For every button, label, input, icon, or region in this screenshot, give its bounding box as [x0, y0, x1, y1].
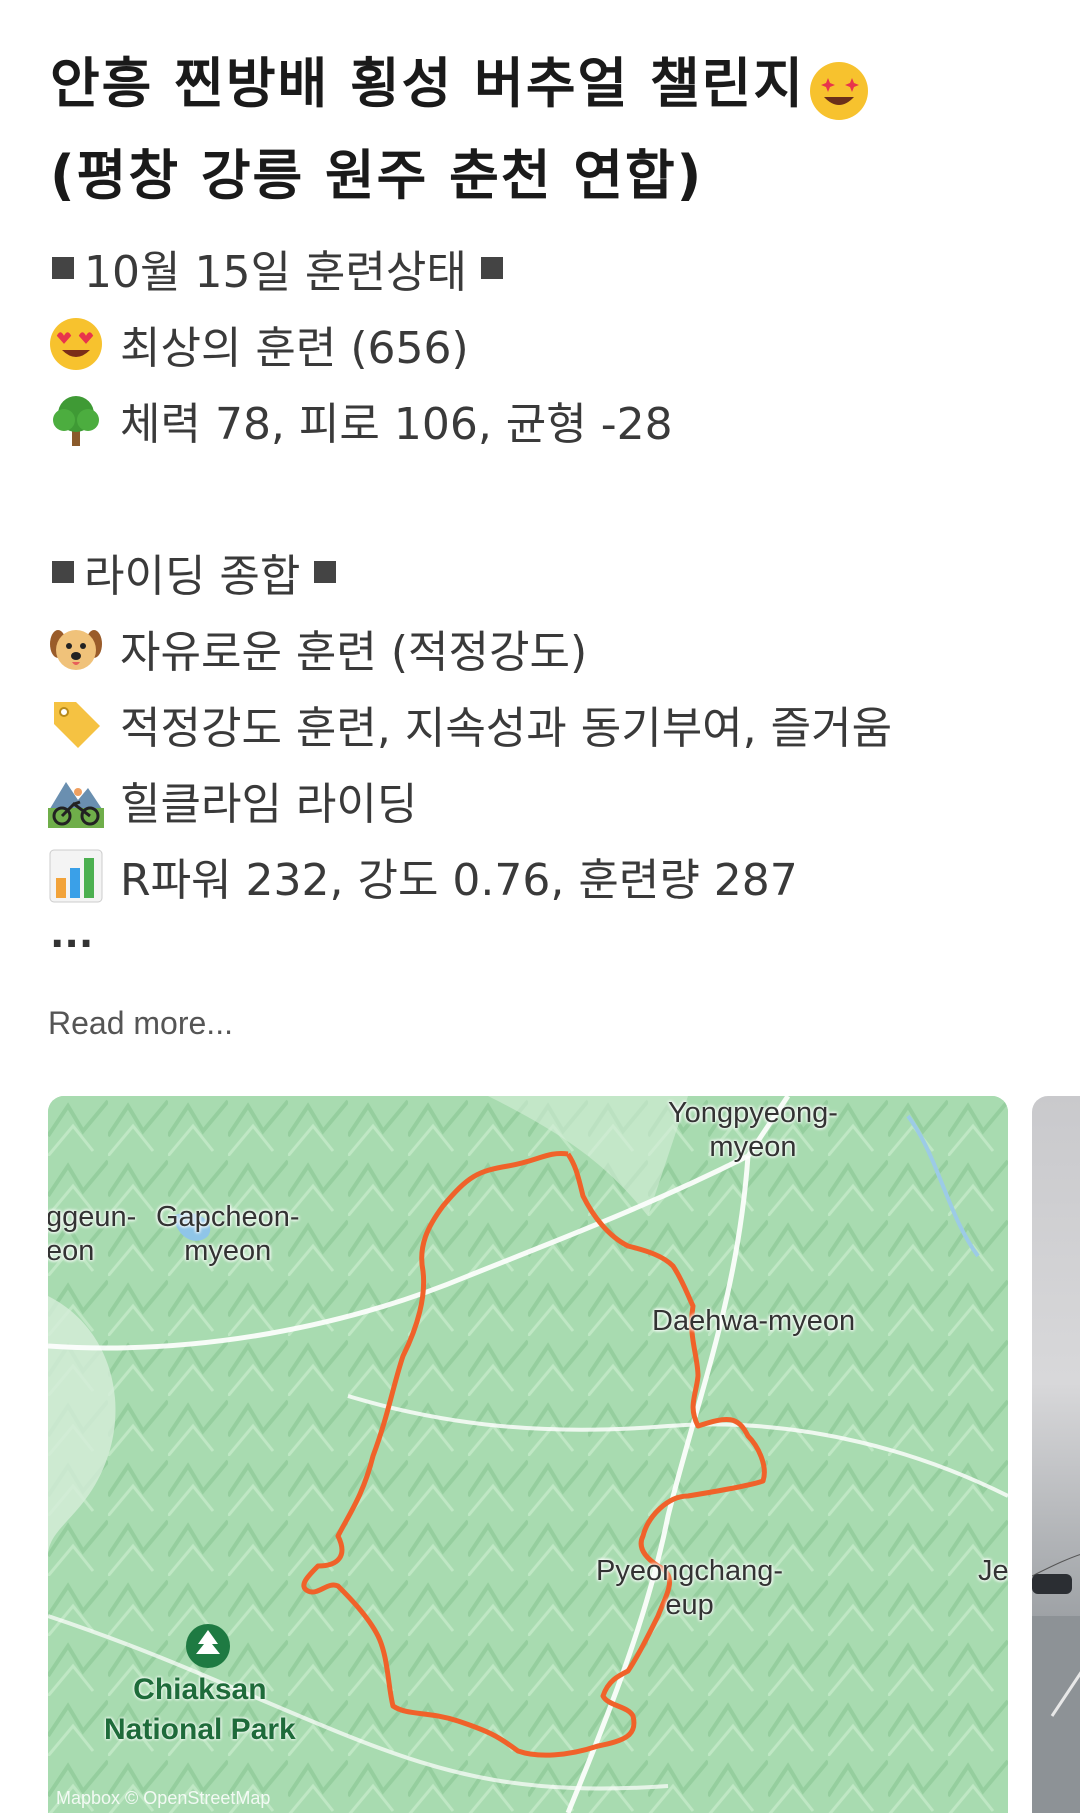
metrics-line: 체력 78, 피로 106, 균형 -28: [48, 382, 1048, 458]
square-bullet-icon: [314, 561, 337, 583]
status-header: 10월 15일 훈련상태: [48, 230, 1048, 306]
map-label-yongpyeong: Yongpyeong- myeon: [668, 1097, 838, 1163]
square-bullet-icon: [52, 561, 74, 583]
bar-chart-emoji-icon: [48, 848, 104, 904]
ride-type-line: 자유로운 훈련 (적정강도): [48, 610, 1048, 686]
power-line: R파워 232, 강도 0.76, 훈련량 287: [48, 838, 1048, 914]
square-bullet-icon: [480, 257, 503, 279]
title-line-2: (평창 강릉 원주 춘천 연합): [50, 144, 704, 207]
read-more-link[interactable]: Read more...: [48, 1005, 233, 1042]
title-line-1: 안흥 찐방배 횡성 버추얼 챌린지: [50, 52, 806, 115]
route-map[interactable]: Yongpyeong- myeon Gapcheon- myeon ggeun-…: [48, 1096, 1008, 1813]
dog-emoji-icon: [48, 620, 104, 676]
tags-line: 적정강도 훈련, 지속성과 동기부여, 즐거움: [48, 686, 1048, 762]
post-title: 안흥 찐방배 횡성 버추얼 챌린지 (평창 강릉 원주 춘천 연합): [50, 38, 1050, 222]
tag-emoji-icon: [48, 696, 104, 752]
star-struck-emoji-icon: [809, 57, 869, 121]
condition-line: 최상의 훈련 (656): [48, 306, 1048, 382]
heart-eyes-emoji-icon: [48, 316, 104, 372]
square-bullet-icon: [52, 257, 74, 279]
map-label-daehwa: Daehwa-myeon: [652, 1305, 856, 1337]
map-attribution: Mapbox © OpenStreetMap: [56, 1788, 271, 1808]
map-label-pyeongchang: Pyeongchang- eup: [596, 1555, 784, 1621]
ride-kind-line: 힐클라임 라이딩: [48, 762, 1048, 838]
summary-header: 라이딩 종합: [48, 534, 1048, 610]
tree-emoji-icon: [48, 392, 104, 448]
map-label-partial-right: Je: [978, 1555, 1008, 1587]
map-label-partial-left: ggeun- eon: [48, 1201, 137, 1267]
post-body: 10월 15일 훈련상태 최상의 훈련 (656) 체력 78, 피로 106,…: [48, 230, 1048, 974]
ellipsis: ...: [50, 912, 94, 956]
map-label-park: Chiaksan National Park: [104, 1673, 296, 1746]
street-photo: [1032, 1554, 1080, 1813]
map-label-gapcheon: Gapcheon- myeon: [156, 1201, 300, 1267]
next-photo-thumbnail[interactable]: [1032, 1096, 1080, 1813]
mountain-bike-emoji-icon: [48, 772, 104, 828]
